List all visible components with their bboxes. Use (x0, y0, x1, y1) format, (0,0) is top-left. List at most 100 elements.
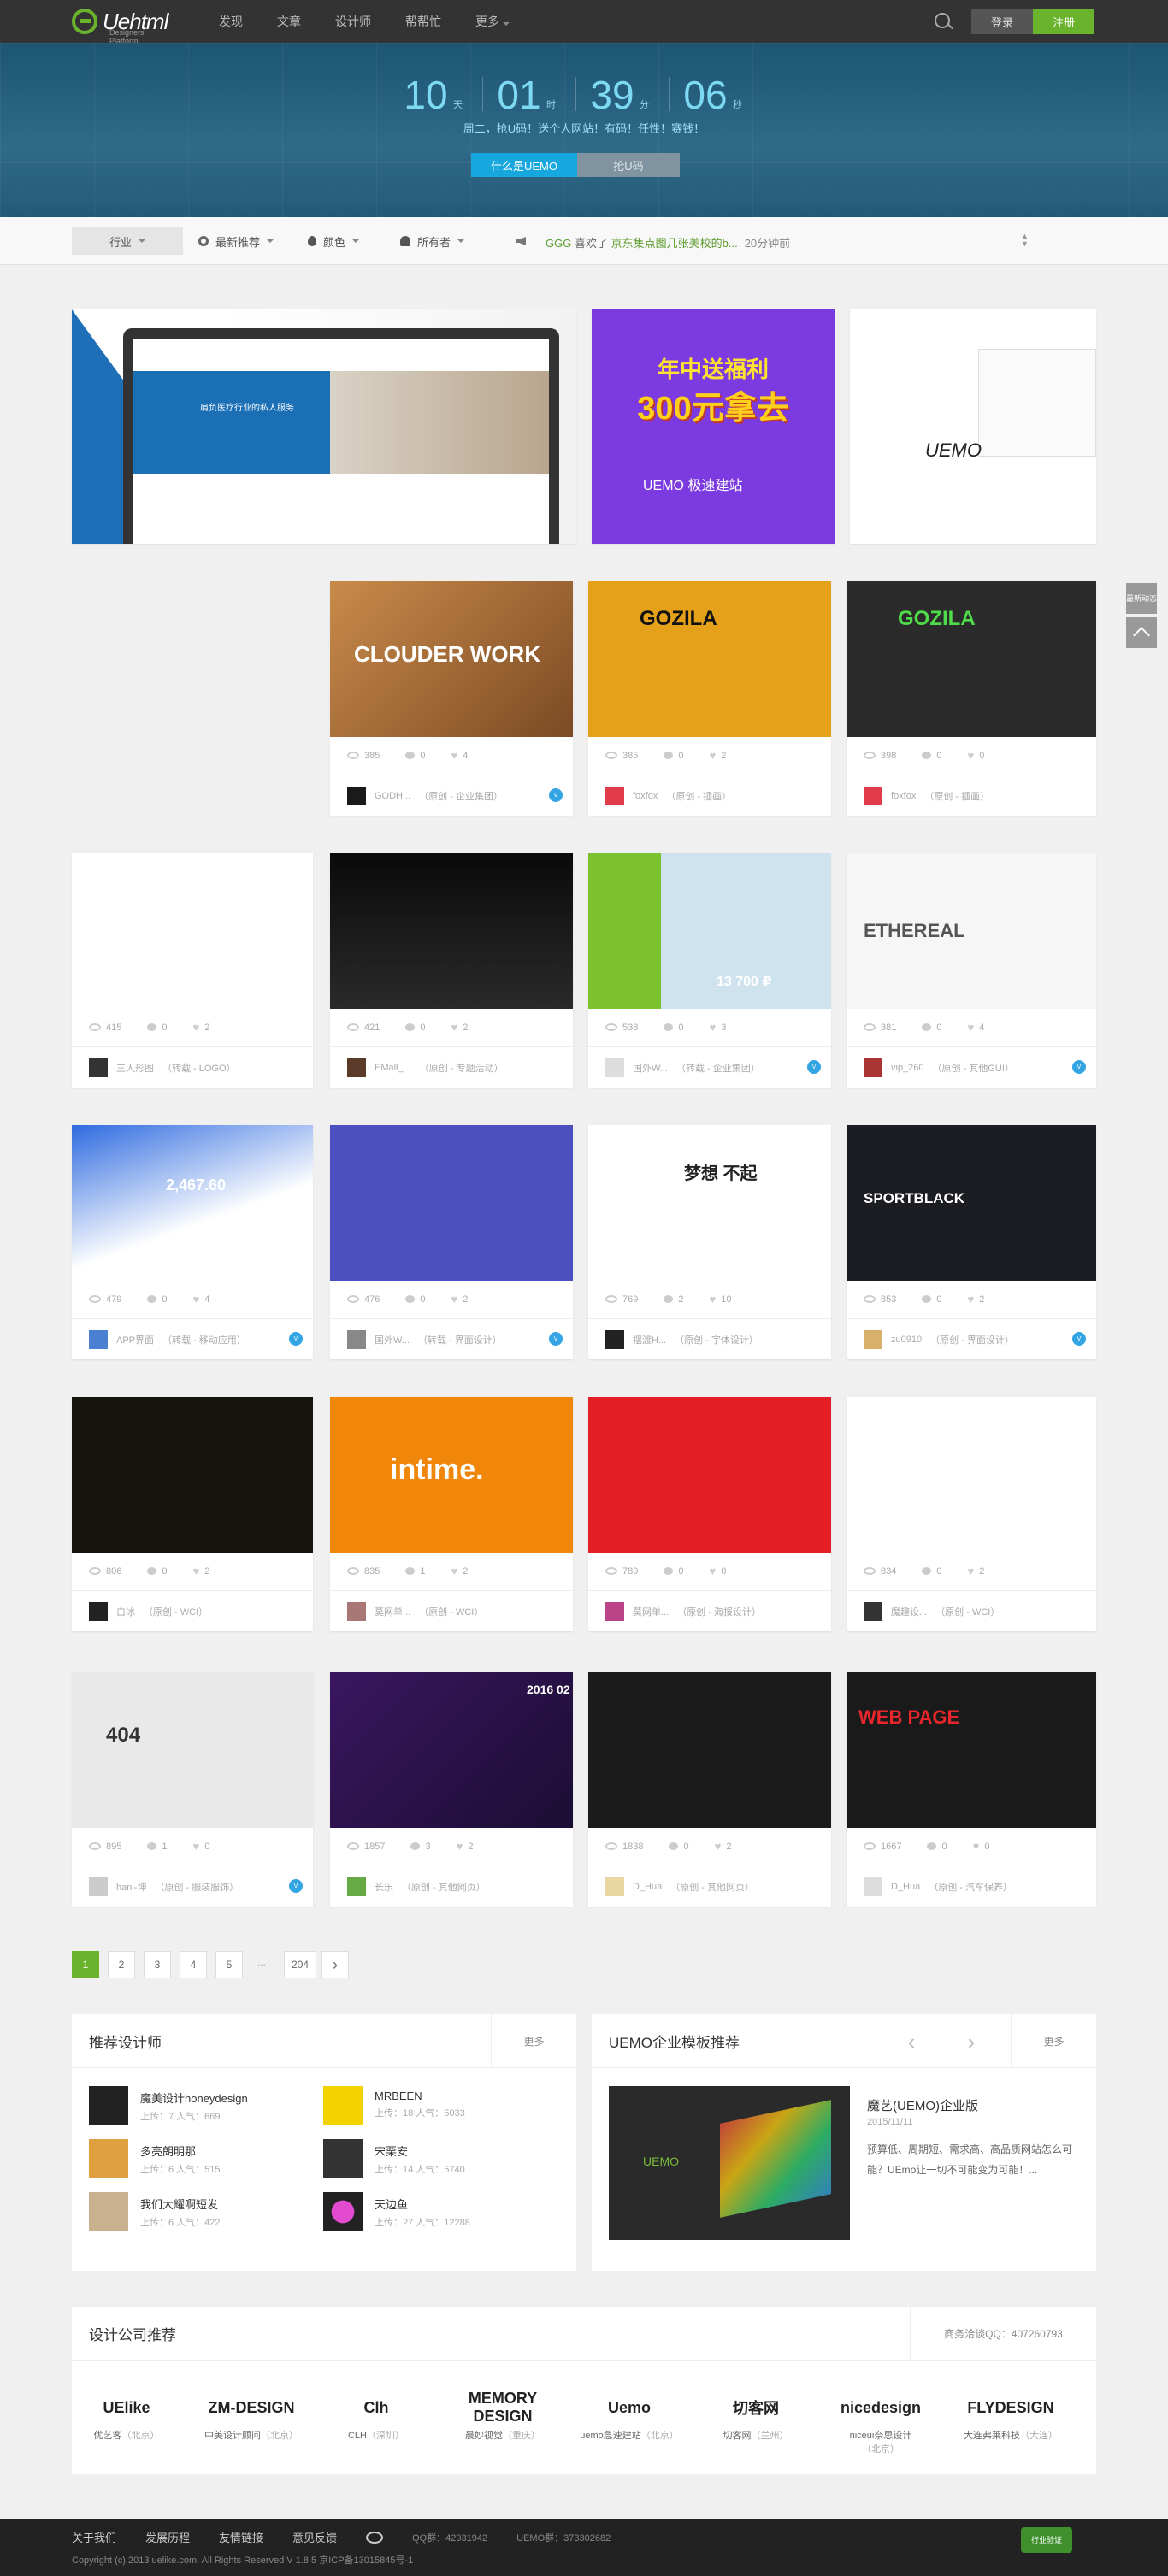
footer-history[interactable]: 发展历程 (145, 2529, 190, 2545)
work-thumbnail[interactable]: 2,467.60 (72, 1125, 313, 1281)
page-3[interactable]: 3 (144, 1951, 171, 1978)
designers-more-link[interactable]: 更多 (491, 2014, 576, 2067)
avatar[interactable] (605, 786, 624, 805)
author-name[interactable]: D_Hua (633, 1882, 662, 1892)
comments-stat[interactable]: 0 (922, 1565, 941, 1577)
comments-stat[interactable]: 1 (405, 1565, 425, 1577)
avatar[interactable] (605, 1601, 624, 1621)
comments-stat[interactable]: 0 (405, 1021, 425, 1034)
work-thumbnail[interactable]: WEB PAGE (847, 1672, 1096, 1828)
author-name[interactable]: APP界面 (116, 1333, 154, 1347)
comments-stat[interactable]: 0 (927, 1840, 947, 1853)
author-name[interactable]: 白冰 (116, 1605, 135, 1618)
designer-item[interactable]: 天边鱼 上传：27 人气：12288 (323, 2192, 470, 2231)
nav-articles[interactable]: 文章 (277, 13, 301, 30)
designer-item[interactable]: 我们大耀啊短发 上传：6 人气：422 (89, 2192, 221, 2231)
work-card[interactable]: ETHEREAL 381 0 ♥ 4 vip_260 （原创 - 其他GUI） V (847, 853, 1096, 1088)
avatar[interactable] (864, 1329, 882, 1349)
nav-discover[interactable]: 发现 (219, 13, 243, 30)
comments-stat[interactable]: 0 (147, 1021, 167, 1034)
author-name[interactable]: GODH... (375, 791, 410, 801)
activity-ticker[interactable]: GGG 喜欢了 京东集点图几张美校的b... 20分钟前 (546, 234, 790, 251)
likes-stat[interactable]: ♥ 0 (709, 1565, 726, 1577)
avatar[interactable] (89, 1058, 108, 1077)
page-4[interactable]: 4 (180, 1951, 207, 1978)
page-1[interactable]: 1 (72, 1951, 99, 1978)
avatar[interactable] (347, 1877, 366, 1896)
author-name[interactable]: 国外W... (375, 1333, 410, 1347)
company-item[interactable]: ZM-DESIGN 中美设计顾问（北京） (202, 2387, 301, 2450)
work-thumbnail[interactable]: GOZILA (588, 581, 831, 737)
likes-stat[interactable]: ♥ 4 (451, 749, 468, 762)
comments-stat[interactable]: 0 (669, 1840, 689, 1853)
work-thumbnail[interactable]: 2016 02 (330, 1672, 573, 1828)
author-name[interactable]: 魔趣设... (891, 1605, 927, 1618)
company-item[interactable]: nicedesign niceui奈思设计 （北京） (831, 2387, 930, 2455)
work-thumbnail[interactable] (330, 1125, 573, 1281)
designer-item[interactable]: 多亮朗明那 上传：6 人气：515 (89, 2139, 221, 2178)
comments-stat[interactable]: 1 (147, 1840, 167, 1853)
likes-stat[interactable]: ♥ 0 (973, 1840, 990, 1853)
likes-stat[interactable]: ♥ 2 (715, 1840, 732, 1853)
site-logo[interactable]: Uehtml Designers Platform (72, 8, 168, 45)
work-card[interactable]: WEB PAGE 1667 0 ♥ 0 D_Hua （原创 - 汽车保养） (847, 1672, 1096, 1907)
chevron-right-icon[interactable]: › (956, 2026, 987, 2057)
work-thumbnail[interactable]: 13 700 ₽ (588, 853, 831, 1009)
likes-stat[interactable]: ♥ 3 (709, 1021, 726, 1034)
avatar[interactable] (605, 1877, 624, 1896)
company-item[interactable]: 切客网 切客网（兰州） (706, 2387, 805, 2450)
nav-help[interactable]: 帮帮忙 (405, 13, 441, 30)
likes-stat[interactable]: ♥ 2 (967, 1293, 984, 1306)
work-card[interactable]: SPORTBLACK 853 0 ♥ 2 zu0910 （原创 - 界面设计） V (847, 1125, 1096, 1359)
avatar[interactable] (89, 1329, 108, 1349)
recommend-dropdown[interactable]: 最新推荐 (198, 227, 274, 255)
likes-stat[interactable]: ♥ 2 (457, 1840, 474, 1853)
work-card[interactable]: 789 0 ♥ 0 莫网单... （原创 - 海报设计） (588, 1397, 831, 1631)
login-button[interactable]: 登录 (971, 9, 1033, 34)
comments-stat[interactable]: 0 (147, 1565, 167, 1577)
tab-grab-code[interactable]: 抢U码 (577, 153, 680, 177)
likes-stat[interactable]: ♥ 2 (192, 1021, 209, 1034)
comments-stat[interactable]: 0 (147, 1293, 167, 1306)
avatar[interactable] (347, 1601, 366, 1621)
work-thumbnail[interactable] (588, 1397, 831, 1553)
author-name[interactable]: D_Hua (891, 1882, 920, 1892)
author-name[interactable]: hani-坤 (116, 1880, 146, 1894)
work-card[interactable]: 476 0 ♥ 2 国外W... （转载 - 界面设计） V (330, 1125, 573, 1359)
work-card[interactable]: GOZILA 385 0 ♥ 2 foxfox （原创 - 插画） (588, 581, 831, 816)
register-button[interactable]: 注册 (1033, 9, 1094, 34)
avatar[interactable] (347, 786, 366, 805)
next-page-button[interactable]: › (321, 1951, 349, 1978)
avatar[interactable] (864, 786, 882, 805)
work-thumbnail[interactable] (72, 1397, 313, 1553)
promo-card[interactable]: 年中送福利 300元拿去 UEMO 极速建站 (592, 309, 835, 544)
work-thumbnail[interactable] (330, 853, 573, 1009)
template-thumbnail[interactable]: UEMO (609, 2086, 850, 2240)
work-thumbnail[interactable] (588, 1672, 831, 1828)
likes-stat[interactable]: ♥ 0 (192, 1840, 209, 1853)
author-name[interactable]: 长乐 (375, 1880, 393, 1894)
work-thumbnail[interactable]: ETHEREAL (847, 853, 1096, 1009)
page-last[interactable]: 204 (284, 1951, 316, 1978)
work-thumbnail[interactable]: 404 (72, 1672, 313, 1828)
comments-stat[interactable]: 0 (922, 1021, 941, 1034)
work-card[interactable]: 梦想 不起 769 2 ♥ 10 摆渡H... （原创 - 字体设计） (588, 1125, 831, 1359)
likes-stat[interactable]: ♥ 2 (709, 749, 726, 762)
work-card[interactable]: 2016 02 1857 3 ♥ 2 长乐 （原创 - 其他网页） (330, 1672, 573, 1907)
work-thumbnail[interactable] (72, 853, 313, 1009)
author-name[interactable]: foxfox (891, 791, 916, 801)
owner-dropdown[interactable]: 所有者 (400, 227, 465, 255)
author-name[interactable]: 莫网单... (375, 1605, 410, 1618)
work-thumbnail[interactable]: GOZILA (847, 581, 1096, 737)
author-name[interactable]: 摆渡H... (633, 1333, 666, 1347)
page-5[interactable]: 5 (215, 1951, 243, 1978)
tab-what-is-uemo[interactable]: 什么是UEMO (471, 153, 577, 177)
company-item[interactable]: UElike 优艺客（北京） (77, 2387, 176, 2450)
author-name[interactable]: 三人形图 (116, 1061, 154, 1075)
back-to-top-icon[interactable] (1126, 617, 1157, 648)
work-thumbnail[interactable]: CLOUDER WORK (330, 581, 573, 737)
chevron-left-icon[interactable]: ‹ (896, 2026, 927, 2057)
likes-stat[interactable]: ♥ 4 (192, 1293, 209, 1306)
footer-about[interactable]: 关于我们 (72, 2529, 116, 2545)
work-card[interactable]: 421 0 ♥ 2 EMall_... （原创 - 专题活动） (330, 853, 573, 1088)
